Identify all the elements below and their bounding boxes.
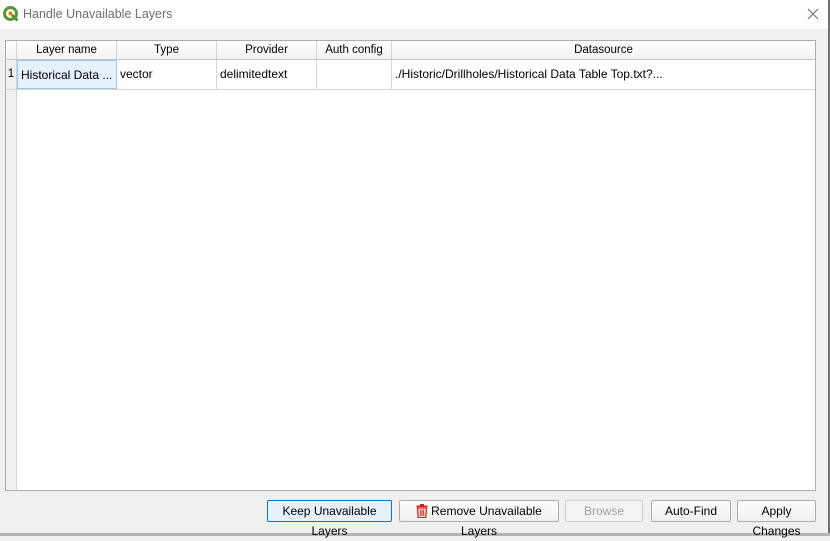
window-title: Handle Unavailable Layers xyxy=(23,7,173,21)
browse-button[interactable]: Browse xyxy=(565,500,643,522)
keep-unavailable-layers-button[interactable]: Keep Unavailable Layers xyxy=(267,500,392,538)
cell-provider[interactable]: delimitedtext xyxy=(217,60,317,89)
column-header-type[interactable]: Type xyxy=(117,41,217,59)
row-header-area xyxy=(6,60,17,490)
column-header-provider[interactable]: Provider xyxy=(217,41,317,59)
cell-datasource[interactable]: ./Historic/Drillholes/Historical Data Ta… xyxy=(392,60,815,89)
column-header-datasource[interactable]: Datasource xyxy=(392,41,815,59)
layers-table[interactable]: Layer name Type Provider Auth config Dat… xyxy=(5,40,816,491)
remove-unavailable-layers-button[interactable]: Remove Unavailable Layers xyxy=(399,500,559,538)
trash-icon xyxy=(416,503,428,518)
apply-changes-button[interactable]: Apply Changes xyxy=(737,500,816,538)
row-index[interactable]: 1 xyxy=(6,60,17,89)
column-header-layer-name[interactable]: Layer name xyxy=(17,41,117,59)
corner-button[interactable] xyxy=(6,41,17,59)
table-header: Layer name Type Provider Auth config Dat… xyxy=(6,41,815,60)
table-row[interactable]: 1 Historical Data ... vector delimitedte… xyxy=(6,60,815,90)
close-icon xyxy=(807,8,819,20)
auto-find-button[interactable]: Auto-Find xyxy=(651,500,731,522)
qgis-logo-icon xyxy=(3,6,19,22)
close-button[interactable] xyxy=(801,2,825,26)
cell-layer-name[interactable]: Historical Data ... xyxy=(17,60,117,89)
title-bar: Handle Unavailable Layers xyxy=(0,0,828,29)
cell-type[interactable]: vector xyxy=(117,60,217,89)
cell-auth-config[interactable] xyxy=(317,60,392,89)
column-header-auth-config[interactable]: Auth config xyxy=(317,41,392,59)
